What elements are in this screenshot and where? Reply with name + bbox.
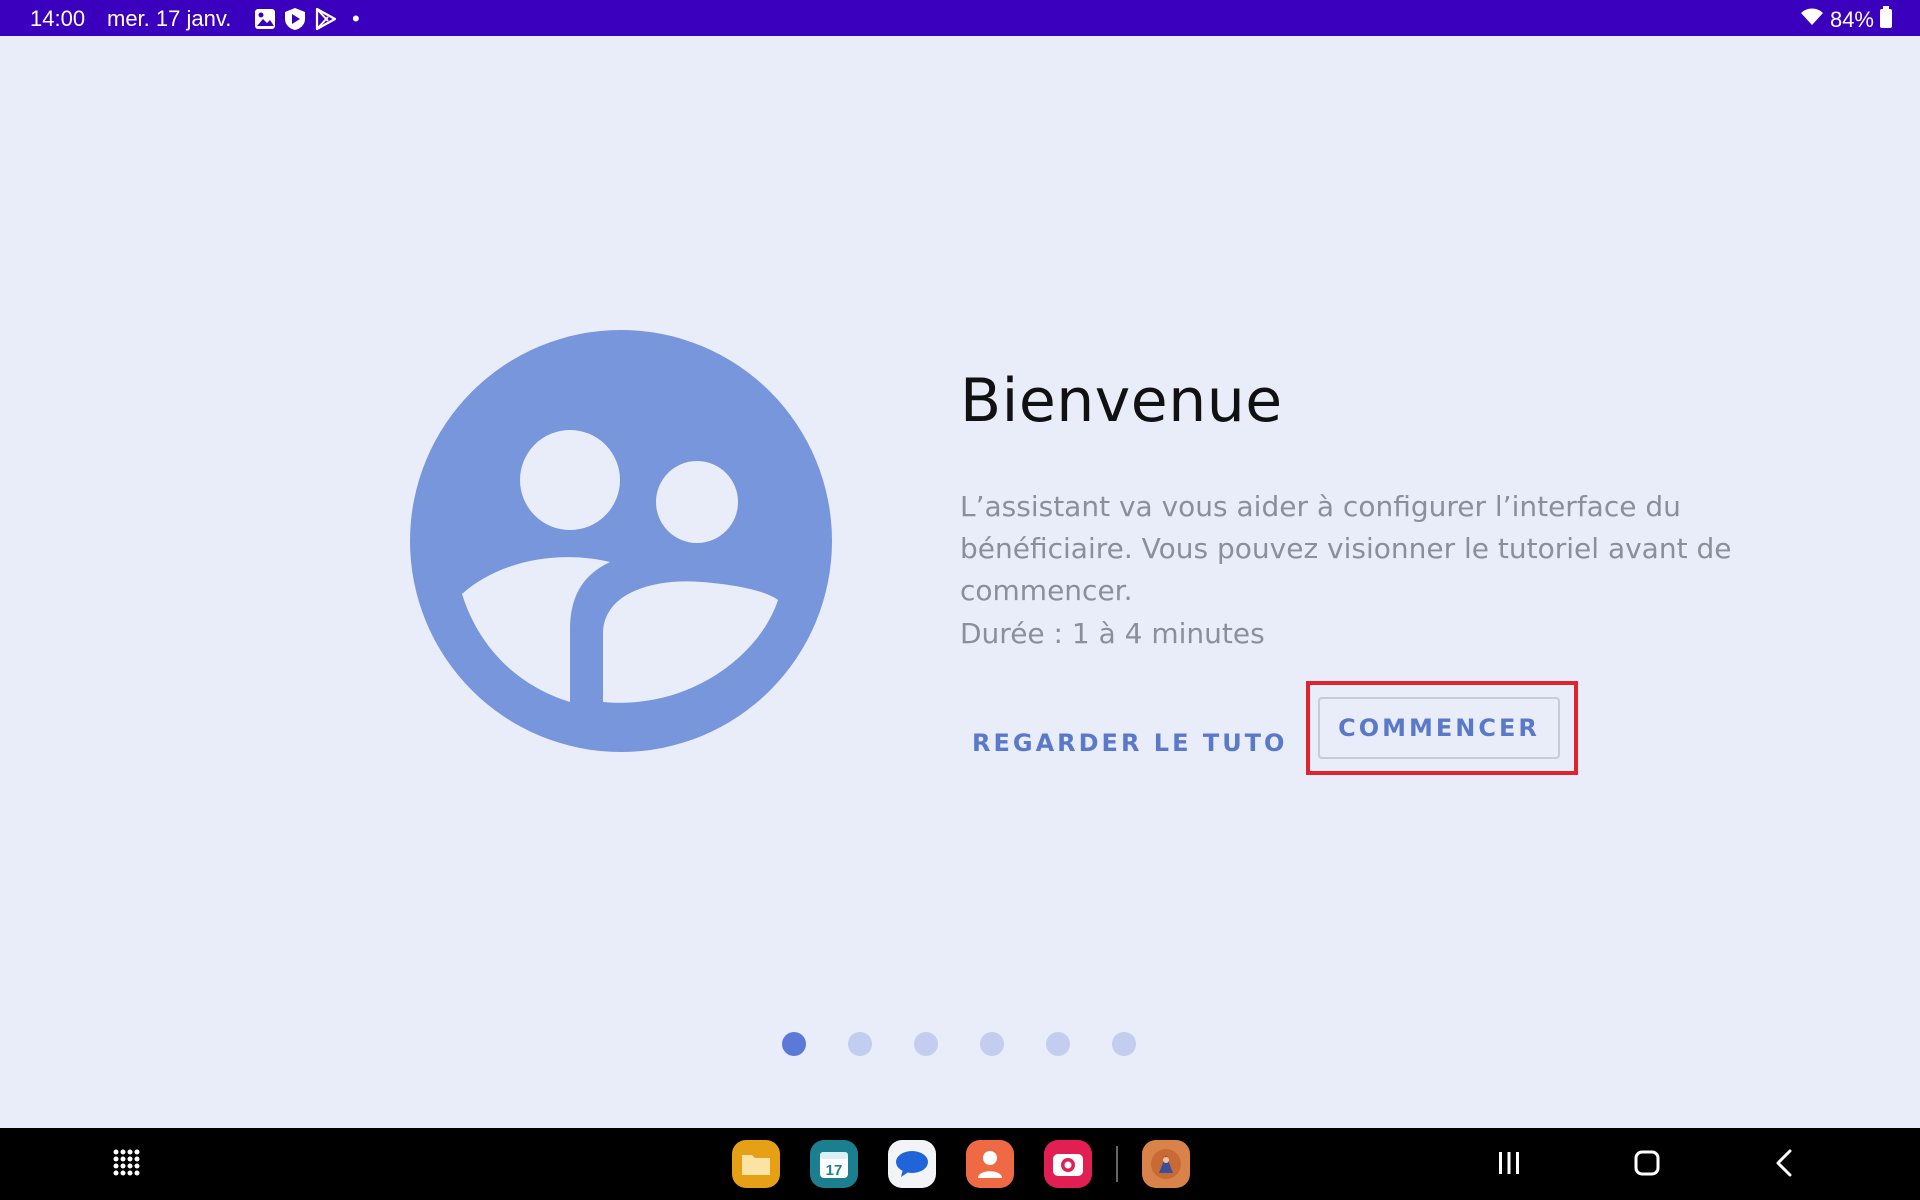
start-button[interactable]: COMMENCER xyxy=(1318,697,1560,759)
files-app-icon[interactable] xyxy=(732,1140,780,1188)
battery-icon xyxy=(1880,6,1892,34)
page-indicator xyxy=(782,1032,1136,1056)
dock-separator xyxy=(1116,1146,1118,1182)
shield-play-icon xyxy=(284,7,306,31)
game-app-icon[interactable] xyxy=(1142,1140,1190,1188)
status-time: 14:00 xyxy=(30,6,86,31)
page-dot-3[interactable] xyxy=(914,1032,938,1056)
calendar-app-icon[interactable]: 17 xyxy=(810,1140,858,1188)
welcome-description: L’assistant va vous aider à configurer l… xyxy=(960,490,1732,607)
recents-icon[interactable] xyxy=(1496,1150,1522,1180)
page-dot-2[interactable] xyxy=(848,1032,872,1056)
home-icon[interactable] xyxy=(1634,1150,1660,1180)
camera-app-icon[interactable] xyxy=(1044,1140,1092,1188)
users-group-icon xyxy=(410,330,832,752)
status-right: 84% xyxy=(1800,6,1892,34)
play-store-icon xyxy=(314,7,338,31)
duration-text: Durée : 1 à 4 minutes xyxy=(960,617,1265,650)
page-title: Bienvenue xyxy=(960,366,1283,436)
page-dot-4[interactable] xyxy=(980,1032,1004,1056)
status-date: mer. 17 janv. xyxy=(107,6,232,31)
app-drawer-icon[interactable] xyxy=(112,1148,142,1182)
back-icon[interactable] xyxy=(1774,1148,1794,1182)
messages-app-icon[interactable] xyxy=(888,1140,936,1188)
page-dot-1[interactable] xyxy=(782,1032,806,1056)
calendar-day: 17 xyxy=(826,1162,843,1179)
gallery-icon xyxy=(254,8,276,30)
notification-icons: • xyxy=(254,6,360,32)
status-bar: 14:00 mer. 17 janv. • 84% xyxy=(0,0,1920,36)
page-dot-6[interactable] xyxy=(1112,1032,1136,1056)
navigation-bar: 17 xyxy=(0,1128,1920,1200)
watch-tutorial-button[interactable]: REGARDER LE TUTO xyxy=(952,716,1307,770)
welcome-screen: Bienvenue L’assistant va vous aider à co… xyxy=(0,36,1920,1128)
notification-dot-icon: • xyxy=(352,6,360,31)
wifi-icon xyxy=(1800,7,1824,33)
contacts-app-icon[interactable] xyxy=(966,1140,1014,1188)
battery-percent: 84% xyxy=(1829,7,1874,32)
app-dock: 17 xyxy=(732,1140,1190,1188)
page-dot-5[interactable] xyxy=(1046,1032,1070,1056)
